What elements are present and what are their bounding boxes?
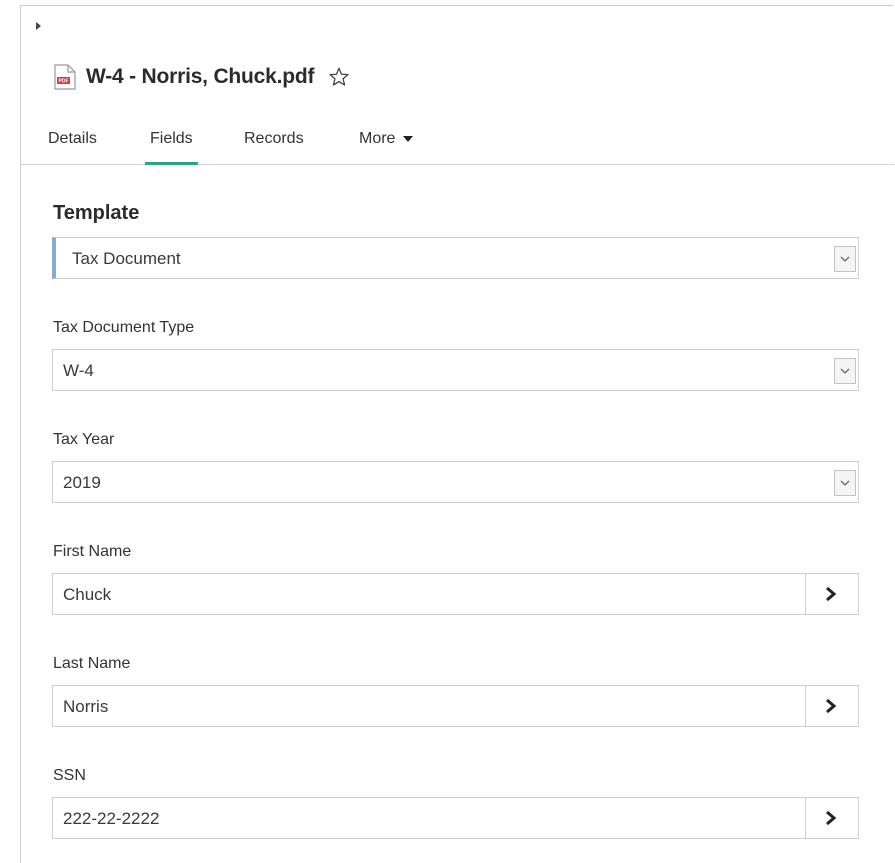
tax-document-type-label: Tax Document Type	[53, 319, 195, 336]
expand-panel-icon[interactable]	[36, 22, 41, 30]
dropdown-button[interactable]	[834, 358, 856, 384]
last-name-field[interactable]: Norris	[52, 685, 859, 727]
tax-year-select[interactable]: 2019	[52, 461, 859, 503]
ssn-lookup-button[interactable]	[805, 798, 858, 838]
ssn-field[interactable]: 222-22-2222	[52, 797, 859, 839]
last-name-label: Last Name	[53, 655, 131, 672]
first-name-value: Chuck	[63, 585, 112, 604]
tab-fields-label: Fields	[150, 130, 193, 147]
chevron-down-icon	[840, 480, 850, 486]
first-name-label: First Name	[53, 543, 132, 560]
svg-text:PDF: PDF	[59, 79, 69, 85]
tab-details[interactable]: Details	[48, 124, 97, 164]
template-label: Template	[53, 202, 140, 224]
dropdown-button[interactable]	[834, 246, 856, 272]
tab-records[interactable]: Records	[244, 124, 304, 164]
template-select[interactable]: Tax Document	[52, 237, 859, 279]
chevron-right-icon	[826, 698, 837, 714]
star-outline-icon[interactable]	[328, 66, 350, 88]
pdf-file-icon: PDF	[54, 64, 76, 90]
ssn-label: SSN	[53, 767, 86, 784]
tab-more-label: More	[359, 130, 396, 147]
tab-details-label: Details	[48, 130, 97, 147]
chevron-down-icon	[840, 256, 850, 262]
first-name-field[interactable]: Chuck	[52, 573, 859, 615]
tab-bar: Details Fields Records More	[21, 124, 894, 165]
template-value: Tax Document	[72, 249, 181, 268]
tab-fields[interactable]: Fields	[145, 124, 198, 165]
ssn-value: 222-22-2222	[63, 809, 160, 828]
document-title: W-4 - Norris, Chuck.pdf	[86, 65, 315, 88]
chevron-right-icon	[826, 586, 837, 602]
chevron-right-icon	[826, 810, 837, 826]
last-name-value: Norris	[63, 697, 109, 716]
first-name-lookup-button[interactable]	[805, 574, 858, 614]
document-header: PDF W-4 - Norris, Chuck.pdf	[54, 64, 350, 90]
tax-year-label: Tax Year	[53, 431, 115, 448]
tax-year-value: 2019	[63, 473, 101, 492]
last-name-lookup-button[interactable]	[805, 686, 858, 726]
chevron-down-icon	[840, 368, 850, 374]
tab-more[interactable]: More	[359, 124, 414, 164]
tax-document-type-select[interactable]: W-4	[52, 349, 859, 391]
caret-down-icon	[403, 136, 414, 142]
dropdown-button[interactable]	[834, 470, 856, 496]
document-details-panel: PDF W-4 - Norris, Chuck.pdf Details Fiel…	[20, 5, 894, 863]
tax-document-type-value: W-4	[63, 361, 94, 380]
tab-records-label: Records	[244, 130, 304, 147]
